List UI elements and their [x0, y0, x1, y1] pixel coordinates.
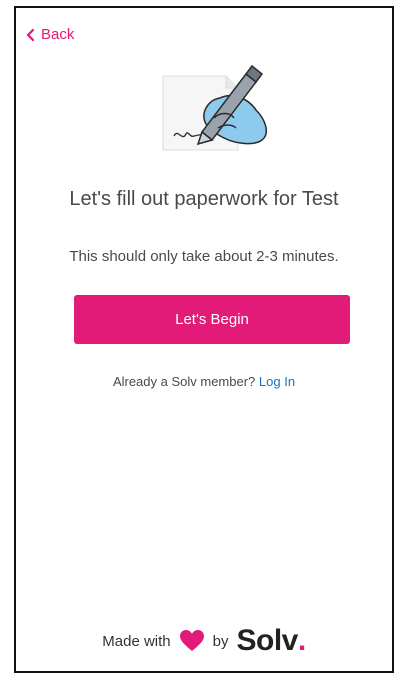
footer: Made with by Solv.: [16, 624, 392, 658]
heart-icon: [179, 629, 205, 653]
page-subtitle: This should only take about 2-3 minutes.: [69, 248, 339, 265]
solv-logo: Solv.: [236, 624, 307, 658]
login-link[interactable]: Log In: [259, 374, 295, 389]
chevron-left-icon: [26, 28, 35, 41]
member-prompt-text: Already a Solv member?: [112, 374, 256, 389]
back-button[interactable]: Back: [26, 26, 74, 43]
made-with-text: Made with: [102, 632, 171, 650]
paperwork-illustration: [158, 58, 278, 158]
begin-button[interactable]: Let's Begin: [74, 295, 350, 344]
brand-name: Solv: [236, 624, 299, 657]
app-frame: Back Let's fill out paperwork for Test T…: [14, 6, 394, 673]
brand-dot: .: [297, 624, 306, 657]
member-prompt: Already a Solv member? Log In: [16, 374, 392, 389]
by-text: by: [212, 632, 229, 650]
back-label: Back: [41, 26, 75, 43]
page-title: Let's fill out paperwork for Test: [69, 188, 339, 210]
